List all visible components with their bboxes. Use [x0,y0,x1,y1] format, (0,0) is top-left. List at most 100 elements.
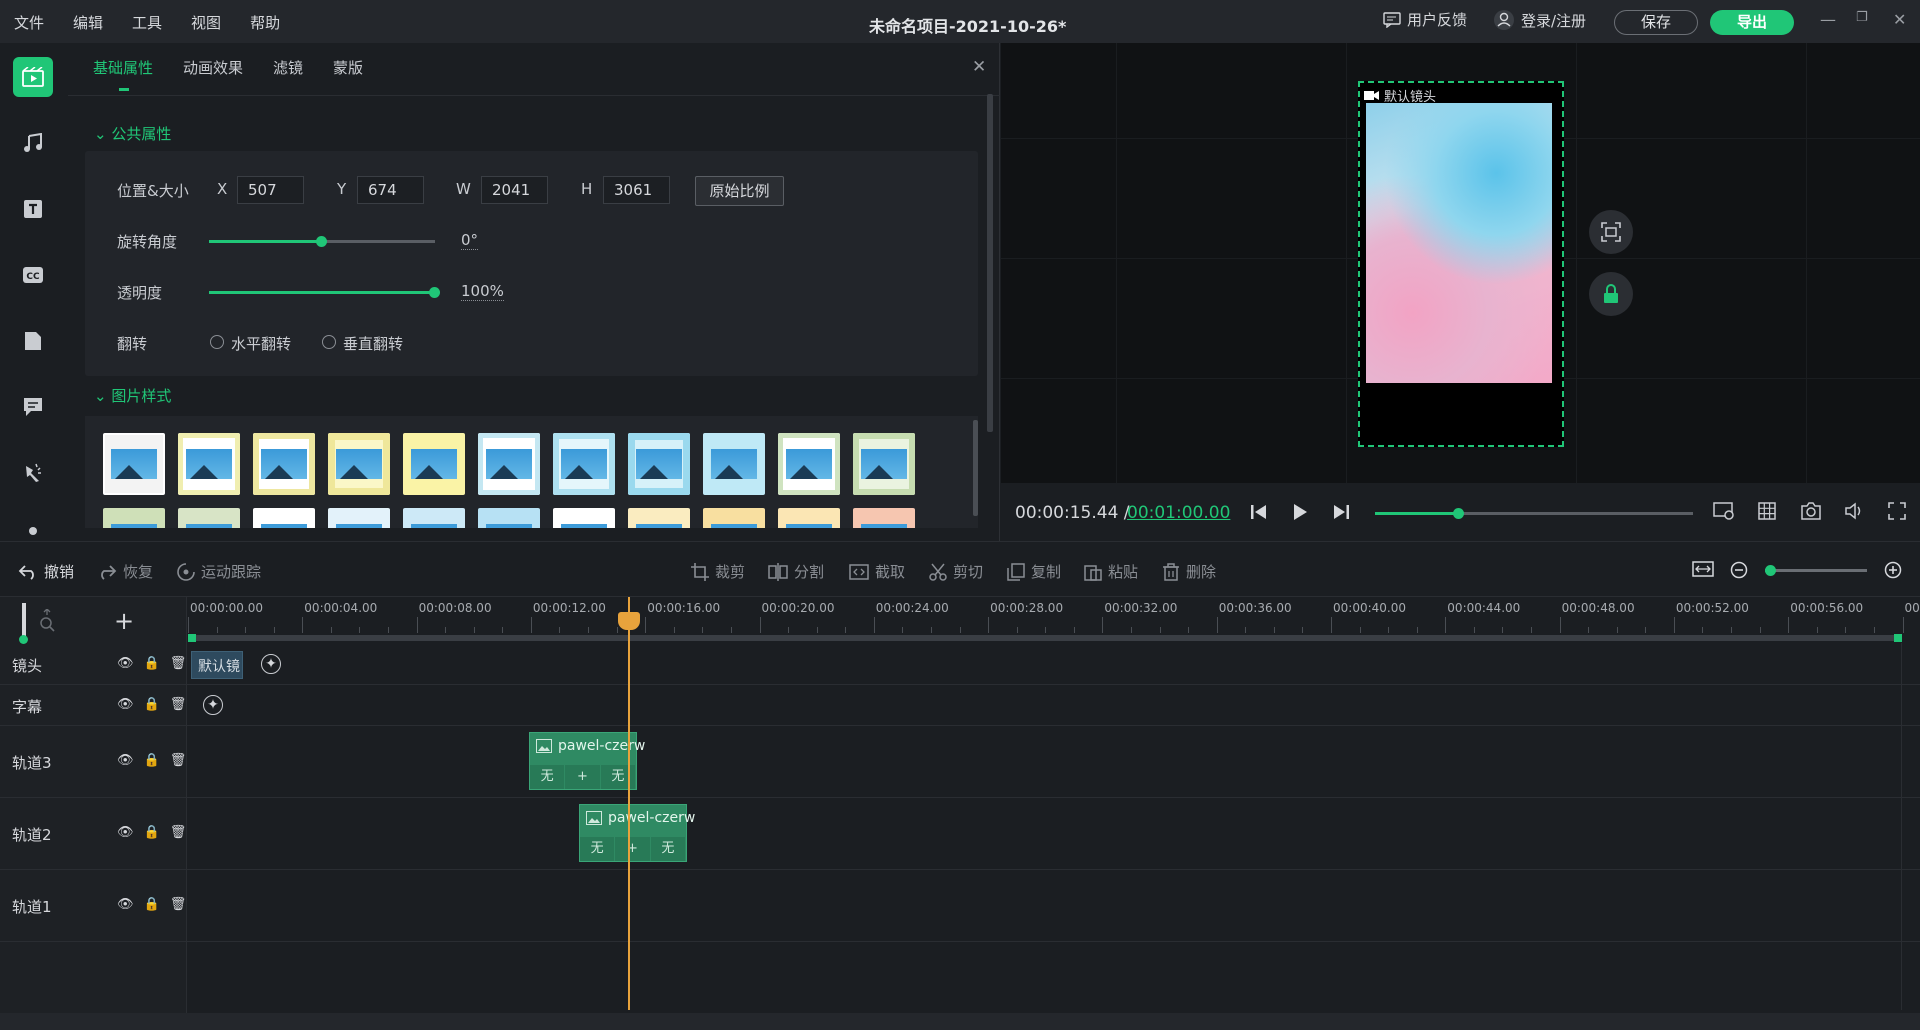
comment-icon[interactable] [13,387,53,427]
camera-clip[interactable]: 默认镜 [191,651,243,679]
add-transition[interactable]: + [565,765,601,789]
style-thumb-22[interactable] [853,508,915,528]
flip-vertical-label[interactable]: 垂直翻转 [343,333,403,354]
lock-icon[interactable]: 🔒 [144,897,160,912]
next-frame-icon[interactable] [1332,504,1350,524]
volume-icon[interactable] [1845,502,1865,524]
redo-button[interactable]: 恢复 [97,561,153,582]
close-panel-icon[interactable]: ✕ [972,57,986,77]
split-button[interactable]: 分割 [768,561,824,582]
style-thumb-6[interactable] [478,433,540,495]
tab-basic[interactable]: 基础属性 [93,57,153,78]
add-transition[interactable]: + [615,837,651,861]
file-icon[interactable] [13,321,53,361]
tab-animation[interactable]: 动画效果 [183,57,243,78]
style-thumb-14[interactable] [253,508,315,528]
playback-progress-slider[interactable] [1375,508,1693,519]
eye-icon[interactable]: 👁 [117,897,134,912]
h-input[interactable]: 3061 [603,176,670,204]
flip-vertical-radio[interactable] [322,335,336,349]
style-thumb-11[interactable] [853,433,915,495]
delete-button[interactable]: 删除 [1162,561,1216,582]
feedback-link[interactable]: 用户反馈 [1383,9,1467,30]
zoom-in-icon[interactable] [1884,561,1902,579]
flip-horizontal-label[interactable]: 水平翻转 [231,333,291,354]
lock-icon[interactable]: 🔒 [144,656,160,671]
lock-icon[interactable]: 🔒 [144,825,160,840]
section-common-header[interactable]: ⌄ 公共属性 [94,123,171,144]
tab-filter[interactable]: 滤镜 [273,57,303,78]
media-clip-track3[interactable]: pawel-czerw 无 + 无 [529,732,645,790]
style-thumb-19[interactable] [628,508,690,528]
style-thumb-18[interactable] [553,508,615,528]
magnet-snap-icon[interactable] [22,603,26,637]
style-thumb-8[interactable] [628,433,690,495]
add-keyframe-camera-icon[interactable]: ✦ [261,654,281,674]
undo-button[interactable]: 撤销 [18,561,74,582]
text-icon[interactable] [13,189,53,229]
flip-horizontal-radio[interactable] [210,335,224,349]
transition-out[interactable]: 无 [601,765,636,789]
zoom-slider-handle[interactable] [1765,565,1776,576]
eye-icon[interactable]: 👁 [117,753,134,768]
style-thumb-17[interactable] [478,508,540,528]
style-thumb-2[interactable] [178,433,240,495]
style-thumb-21[interactable] [778,508,840,528]
caption-icon[interactable]: CC [13,255,53,295]
y-input[interactable]: 674 [357,176,424,204]
trash-icon[interactable]: 🗑 [170,697,187,712]
play-icon[interactable] [1292,504,1308,524]
trash-icon[interactable]: 🗑 [170,825,187,840]
opacity-value[interactable]: 100% [461,282,504,301]
copy-button[interactable]: 复制 [1007,561,1061,582]
panel-scrollbar[interactable] [987,94,993,432]
style-thumb-20[interactable] [703,508,765,528]
opacity-slider[interactable] [209,287,440,298]
menu-view[interactable]: 视图 [191,12,221,33]
snapshot-icon[interactable] [1801,502,1821,524]
lock-icon[interactable]: 🔒 [144,697,160,712]
original-ratio-button[interactable]: 原始比例 [695,176,784,206]
playhead-line[interactable] [628,597,630,1010]
style-thumb-16[interactable] [403,508,465,528]
work-area-end-handle[interactable] [1894,634,1902,642]
lock-button[interactable] [1589,272,1633,316]
save-button[interactable]: 保存 [1614,10,1698,35]
export-button[interactable]: 导出 [1710,10,1794,35]
login-link[interactable]: 登录/注册 [1493,9,1586,31]
trim-button[interactable]: 截取 [849,561,905,582]
music-icon[interactable] [13,123,53,163]
style-thumb-13[interactable] [178,508,240,528]
transition-out[interactable]: 无 [651,837,686,861]
zoom-out-icon[interactable] [1730,561,1748,579]
eye-icon[interactable]: 👁 [117,656,134,671]
transition-in[interactable]: 无 [580,837,616,861]
media-icon[interactable] [13,57,53,97]
style-thumb-10[interactable] [778,433,840,495]
style-thumb-4[interactable] [328,433,390,495]
work-area-start-handle[interactable] [188,634,196,642]
zoom-slider[interactable] [1765,565,1867,576]
lock-icon[interactable]: 🔒 [144,753,160,768]
menu-edit[interactable]: 编辑 [73,12,103,33]
add-track-icon[interactable]: + [114,607,134,635]
eye-icon[interactable]: 👁 [117,697,134,712]
add-subtitle-icon[interactable]: ✦ [203,695,223,715]
menu-help[interactable]: 帮助 [250,12,280,33]
fit-timeline-icon[interactable] [1692,561,1714,577]
trash-icon[interactable]: 🗑 [170,656,187,671]
paste-button[interactable]: 粘贴 [1084,561,1138,582]
menu-tools[interactable]: 工具 [132,12,162,33]
minimize-icon[interactable]: — [1820,10,1836,29]
style-thumb-7[interactable] [553,433,615,495]
more-icon[interactable] [13,513,53,541]
trash-icon[interactable]: 🗑 [170,897,187,912]
fullscreen-icon[interactable] [1888,502,1906,524]
motion-tracking-button[interactable]: 运动跟踪 [177,561,261,582]
media-clip-track2[interactable]: pawel-czerw 无 + 无 [579,804,695,862]
zoom-search-icon[interactable] [38,608,56,639]
rotation-slider-handle[interactable] [316,236,327,247]
previous-frame-icon[interactable] [1250,504,1268,524]
work-area-bar[interactable] [189,635,1897,641]
grid-icon[interactable] [1758,502,1776,524]
